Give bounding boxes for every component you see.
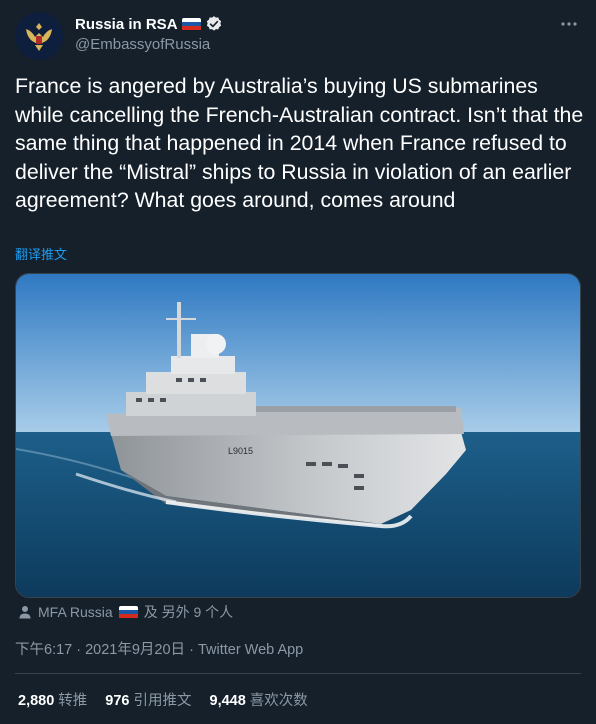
russian-flag-icon (181, 17, 201, 31)
quotes-label: 引用推文 (133, 693, 192, 709)
more-options-icon[interactable] (559, 14, 579, 34)
quotes-stat[interactable]: 976 引用推文 (105, 689, 191, 710)
tweet-timestamp[interactable]: 下午6:17 · 2021年9月20日 · Twitter Web App (15, 638, 303, 659)
hull-marking: L9015 (228, 446, 253, 456)
tweet-text: France is angered by Australia’s buying … (15, 74, 590, 212)
retweets-stat[interactable]: 2,880 转推 (18, 689, 87, 710)
likes-stat[interactable]: 9,448 喜欢次数 (210, 689, 308, 710)
tweet-header: Russia in RSA @EmbassyofRussia (15, 12, 581, 60)
tagged-suffix: 及 另外 9 个人 (143, 604, 234, 620)
display-name[interactable]: Russia in RSA (75, 16, 178, 33)
tweet-stats: 2,880 转推 976 引用推文 9,448 喜欢次数 (18, 689, 308, 710)
retweets-label: 转推 (58, 693, 88, 709)
ship-photo: L9015 (16, 274, 580, 597)
person-icon (19, 606, 31, 619)
likes-label: 喜欢次数 (249, 693, 308, 709)
coat-of-arms-icon (15, 12, 63, 60)
author-info: Russia in RSA @EmbassyofRussia (75, 14, 223, 53)
quotes-count: 976 (105, 693, 130, 709)
translate-tweet-link[interactable]: 翻译推文 (15, 244, 67, 263)
divider (15, 673, 581, 674)
handle[interactable]: @EmbassyofRussia (75, 36, 223, 53)
tagged-users[interactable]: MFA Russia 及 另外 9 个人 (18, 602, 233, 622)
likes-count: 9,448 (209, 693, 246, 709)
tweet-image[interactable]: L9015 (15, 273, 581, 598)
avatar[interactable] (15, 12, 63, 60)
retweets-count: 2,880 (18, 693, 55, 709)
russian-flag-icon (118, 605, 138, 619)
verified-badge-icon (206, 16, 221, 31)
tagged-name: MFA Russia (38, 604, 113, 620)
